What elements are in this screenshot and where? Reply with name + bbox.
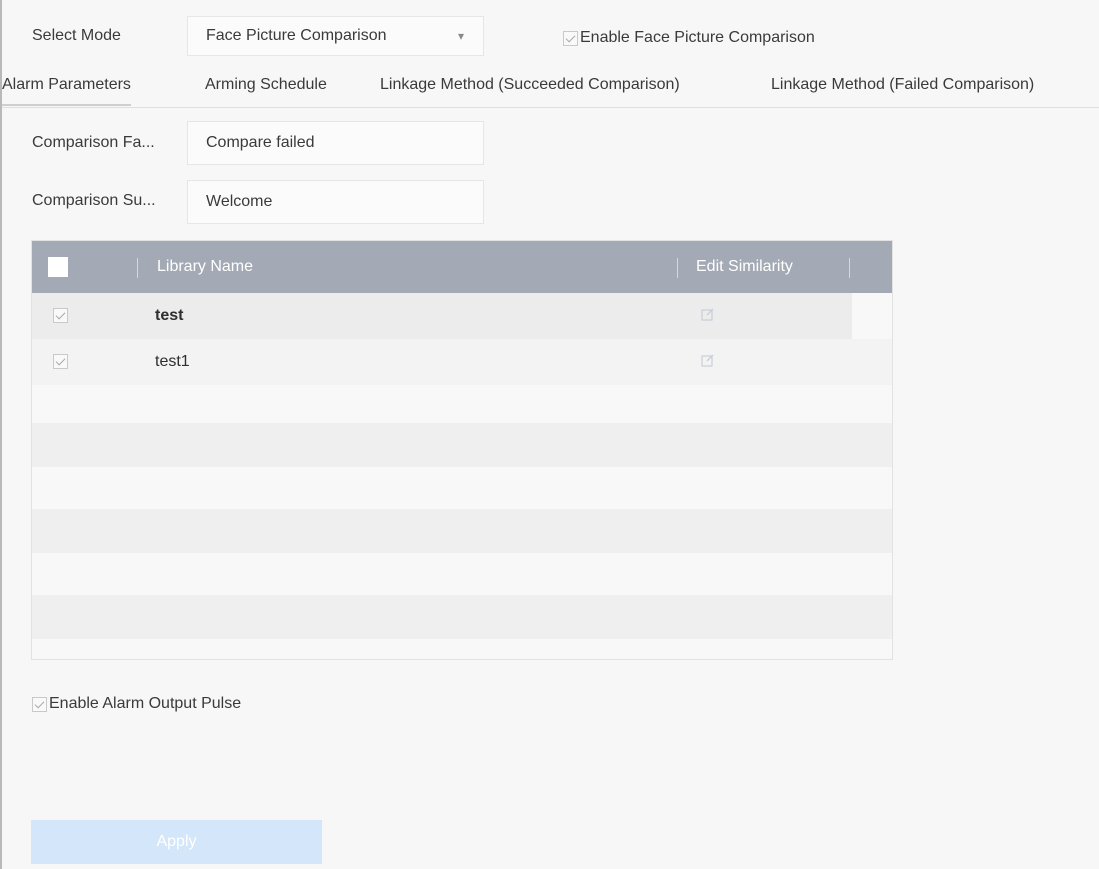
library-name: test — [155, 307, 184, 324]
table-row[interactable]: test — [32, 293, 852, 339]
empty-row — [32, 423, 892, 467]
comparison-succeeded-label: Comparison Su... — [32, 192, 156, 209]
column-divider — [677, 258, 678, 278]
enable-face-comparison-label: Enable Face Picture Comparison — [580, 29, 815, 46]
library-name: test1 — [155, 353, 190, 370]
column-divider — [849, 258, 850, 278]
tab-alarm-parameters[interactable]: Alarm Parameters — [2, 76, 131, 106]
face-library-table: Library Name Edit Similarity test test1 — [31, 240, 893, 660]
apply-button[interactable]: Apply — [31, 820, 322, 864]
tab-bar: Alarm Parameters Arming Schedule Linkage… — [2, 62, 1099, 108]
row-checkbox[interactable] — [53, 354, 68, 369]
mode-select-value: Face Picture Comparison — [206, 27, 387, 44]
empty-row — [32, 595, 892, 639]
enable-face-comparison-checkbox[interactable]: Enable Face Picture Comparison — [563, 29, 815, 47]
enable-pulse-check-icon[interactable] — [32, 696, 47, 712]
enable-pulse-label: Enable Alarm Output Pulse — [49, 695, 242, 712]
library-name-header: Library Name — [157, 258, 254, 275]
empty-row — [32, 509, 892, 553]
select-all-checkbox[interactable] — [48, 257, 68, 277]
enable-face-comparison-check-icon[interactable] — [563, 30, 578, 46]
mode-select[interactable]: Face Picture Comparison ▾ — [187, 16, 484, 56]
comparison-succeeded-value: Welcome — [206, 193, 273, 210]
comparison-failed-input[interactable]: Compare failed — [187, 121, 484, 165]
table-header: Library Name Edit Similarity — [32, 241, 892, 293]
comparison-failed-value: Compare failed — [206, 134, 315, 151]
select-mode-label: Select Mode — [32, 27, 121, 44]
edit-similarity-header: Edit Similarity — [696, 258, 793, 275]
chevron-down-icon: ▾ — [458, 29, 465, 43]
tab-linkage-succeeded[interactable]: Linkage Method (Succeeded Comparison) — [380, 76, 680, 94]
table-row[interactable]: test1 — [32, 339, 892, 385]
tab-linkage-failed[interactable]: Linkage Method (Failed Comparison) — [771, 76, 1034, 94]
tab-arming-schedule[interactable]: Arming Schedule — [205, 76, 327, 94]
edit-icon[interactable] — [701, 353, 715, 367]
select-mode-row: Select Mode — [32, 16, 188, 56]
comparison-failed-label: Comparison Fa... — [32, 134, 155, 151]
face-comparison-settings-panel: Select Mode Face Picture Comparison ▾ En… — [0, 0, 1099, 869]
row-checkbox[interactable] — [53, 308, 68, 323]
comparison-succeeded-input[interactable]: Welcome — [187, 180, 484, 224]
column-divider — [137, 258, 138, 278]
edit-icon[interactable] — [701, 307, 715, 321]
enable-alarm-output-pulse-checkbox[interactable]: Enable Alarm Output Pulse — [32, 695, 241, 713]
